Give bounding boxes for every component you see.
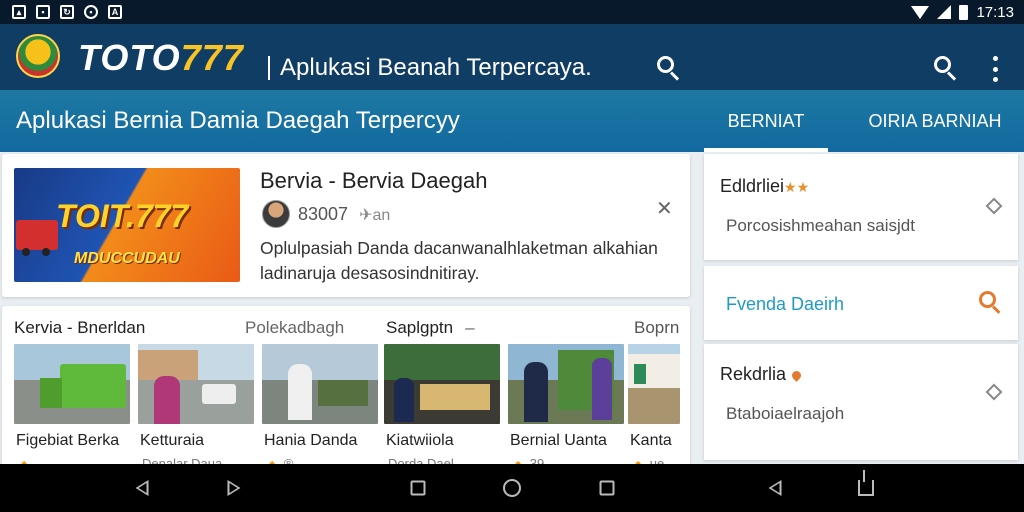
dash-icon: – — [465, 318, 475, 337]
list-item-caption[interactable]: Ketturaia — [140, 432, 204, 450]
location-pin-icon — [790, 369, 803, 382]
side-card-title-text: Edldrliei — [720, 176, 785, 196]
app-subtitle: Aplukasi Beanah Terpercaya. — [268, 56, 592, 80]
feature-count: 83007 — [298, 204, 349, 224]
search-icon[interactable] — [978, 290, 1004, 316]
square-icon[interactable] — [410, 480, 426, 496]
recent-apps-icon[interactable] — [599, 480, 615, 496]
list-header-saplgptn[interactable]: Saplgptn – — [386, 318, 475, 338]
section-title: Aplukasi Bernia Damia Daegah Terpercyy — [16, 107, 460, 134]
back-icon[interactable] — [768, 480, 782, 496]
side-card-subtitle: Porcosishmeahan saisjdt — [726, 216, 915, 235]
side-card-fvenda[interactable]: Fvenda Daeirh — [704, 266, 1018, 340]
battery-icon — [959, 4, 969, 20]
status-bar: ▴ ▪ ↻ • A 17:13 — [0, 0, 1024, 24]
side-card-subtitle: Btaboiaelraajoh — [726, 404, 845, 423]
feature-card[interactable]: TOIT.777 MDUCCUDAU Bervia - Bervia Daega… — [2, 154, 690, 297]
list-item-thumbnail[interactable] — [628, 344, 680, 424]
image-icon: ▴ — [12, 5, 26, 19]
share-icon[interactable] — [858, 470, 874, 496]
tab-berniat[interactable]: BERNIAT — [704, 90, 828, 152]
list-item-thumbnail[interactable] — [262, 344, 378, 424]
status-time: 17:13 — [976, 3, 1014, 21]
brand-number: 777 — [180, 37, 244, 78]
list-item-caption[interactable]: Kiatwiiola — [386, 432, 454, 450]
list-item-thumbnail[interactable] — [14, 344, 130, 424]
feature-description: Oplulpasiah Danda dacanwanalhlaketman al… — [260, 238, 658, 283]
list-item-caption[interactable]: Hania Danda — [264, 432, 357, 450]
more-options-icon[interactable] — [990, 56, 1000, 82]
brand-prefix: TOTO — [78, 37, 181, 78]
list-item-caption[interactable]: Figebiat Berka — [16, 432, 119, 450]
signal-icon — [937, 5, 952, 19]
side-card-title-text: Rekdrlia — [720, 364, 787, 384]
app-bar: TOTO777 Aplukasi Beanah Terpercaya. — [0, 24, 1024, 90]
tab-oiria-barniah[interactable]: OIRIA BARNIAH — [860, 90, 1010, 152]
play-icon[interactable] — [227, 480, 241, 496]
list-header-kervia[interactable]: Kervia - Bnerldan — [14, 318, 145, 338]
list-item-caption[interactable]: Bernial Uanta — [510, 432, 607, 450]
list-item-thumbnail[interactable] — [384, 344, 500, 424]
side-card-rekdrlia[interactable]: Rekdrlia Btaboiaelraajoh — [704, 344, 1018, 460]
list-item-thumbnail[interactable] — [138, 344, 254, 424]
feature-meta: 83007 ✈an — [298, 204, 390, 225]
tag-icon[interactable] — [985, 383, 1003, 401]
tag-icon[interactable] — [985, 197, 1003, 215]
app-screen: ▴ ▪ ↻ • A 17:13 TOTO777 Aplukasi Beanah … — [0, 0, 1024, 512]
status-icons: ▴ ▪ ↻ • A — [0, 5, 122, 19]
status-right: 17:13 — [911, 0, 1014, 24]
search-icon[interactable] — [655, 55, 681, 81]
list-header-polekadbagh[interactable]: Polekadbagh — [245, 318, 344, 338]
navigation-bar — [0, 464, 1024, 512]
home-icon[interactable] — [503, 479, 521, 497]
brand-title: TOTO777 — [78, 37, 244, 79]
banner-subtitle: MDUCCUDAU — [74, 250, 180, 267]
alarm-icon: • — [84, 5, 98, 19]
truck-illustration — [16, 220, 58, 256]
photo-icon: ▪ — [36, 5, 50, 19]
side-search-label[interactable]: Fvenda Daeirh — [726, 294, 844, 315]
back-icon[interactable] — [135, 480, 149, 496]
side-card-edldrliei[interactable]: Edldrliei★★ Porcosishmeahan saisjdt — [704, 154, 1018, 260]
side-card-title: Rekdrlia — [720, 364, 803, 385]
list-item-caption[interactable]: Kanta — [630, 432, 672, 450]
sync-icon: ↻ — [60, 5, 74, 19]
wifi-icon — [911, 5, 930, 19]
banner-title: TOIT.777 — [56, 198, 189, 234]
side-card-title: Edldrliei★★ — [720, 176, 809, 197]
category-list-card: Kervia - Bnerldan Polekadbagh Saplgptn – … — [2, 306, 690, 466]
app-logo[interactable] — [16, 34, 60, 78]
text-icon: A — [108, 5, 122, 19]
tab-bar: Aplukasi Bernia Damia Daegah Terpercyy B… — [0, 90, 1024, 152]
star-icon: ★★ — [784, 179, 810, 195]
search-icon[interactable] — [932, 55, 958, 81]
close-icon[interactable]: ✕ — [656, 196, 673, 221]
list-header-boprn[interactable]: Boprn — [634, 318, 679, 338]
feature-meta-suffix: ✈an — [359, 207, 391, 224]
list-header-label: Saplgptn — [386, 318, 454, 337]
list-item-thumbnail[interactable] — [508, 344, 624, 424]
feature-title[interactable]: Bervia - Bervia Daegah — [260, 168, 487, 194]
avatar[interactable] — [262, 200, 290, 228]
feature-banner[interactable]: TOIT.777 MDUCCUDAU — [14, 168, 240, 282]
